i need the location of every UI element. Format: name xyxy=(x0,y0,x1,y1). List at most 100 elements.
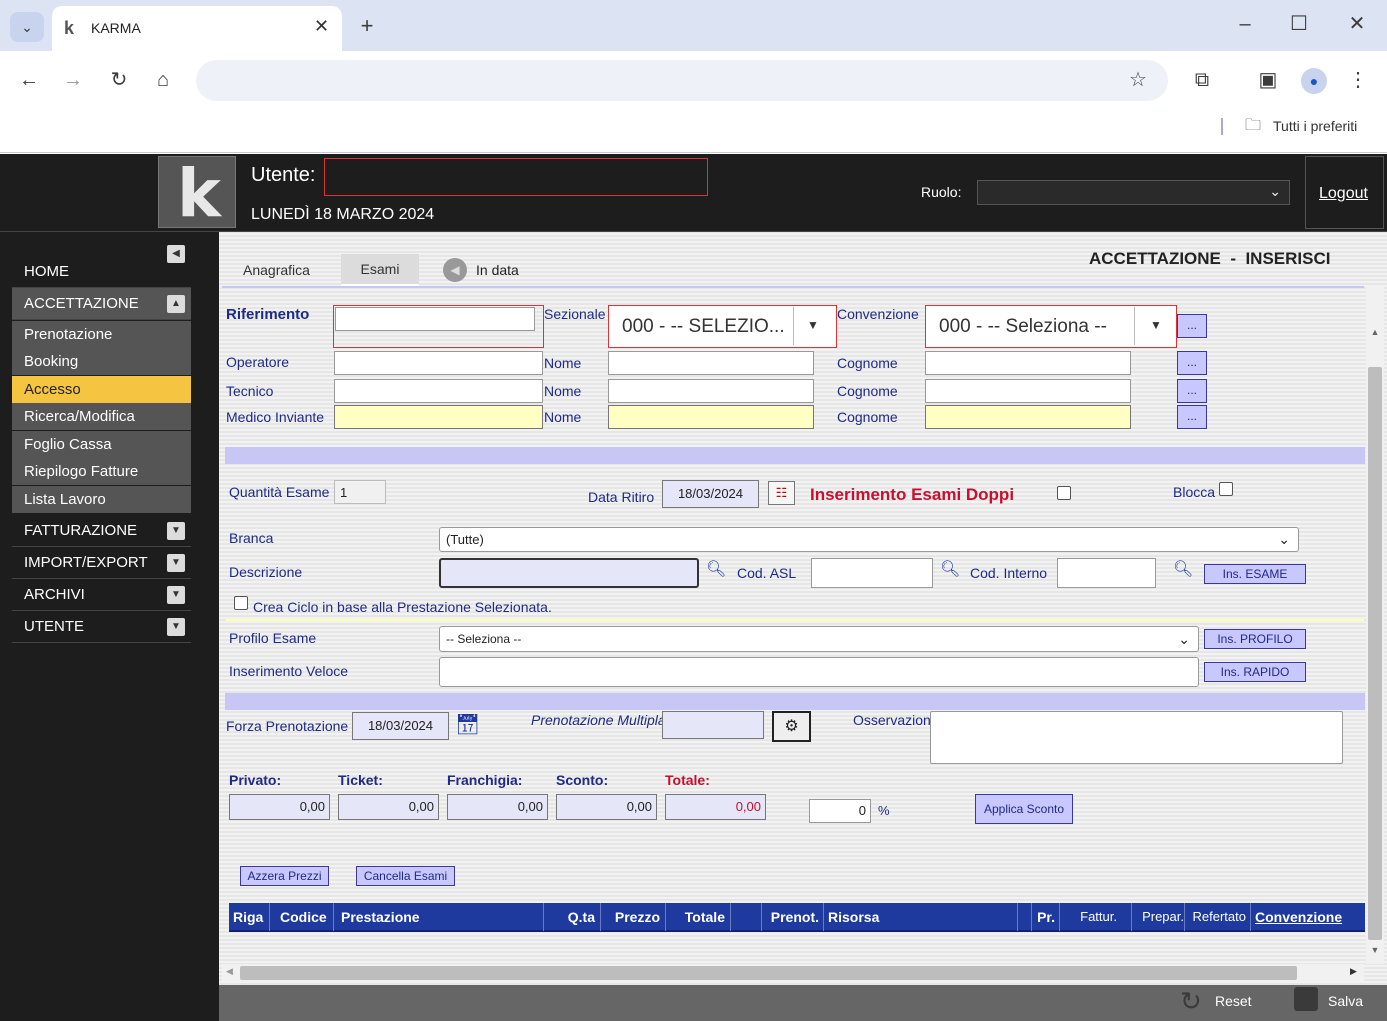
sidebar-item-utente[interactable]: UTENTE ▼ xyxy=(12,611,191,643)
ins-profilo-button[interactable]: Ins. PROFILO xyxy=(1204,629,1306,649)
branca-select[interactable]: (Tutte) ⌄ xyxy=(439,527,1299,552)
medico-lookup-button[interactable]: ... xyxy=(1177,405,1207,429)
doppi-checkbox[interactable] xyxy=(1057,486,1071,500)
th-convenzione[interactable]: Convenzione xyxy=(1251,903,1365,931)
riferimento-label: Riferimento xyxy=(226,306,310,323)
sidebar-sub-accesso[interactable]: Accesso xyxy=(12,376,191,403)
osservazioni-textarea[interactable] xyxy=(930,711,1343,764)
new-tab-icon[interactable]: + xyxy=(356,15,378,37)
sidebar-sub-prenotazione[interactable]: Prenotazione xyxy=(12,321,191,348)
scroll-right-icon[interactable]: ▶ xyxy=(1350,966,1357,977)
user-field[interactable] xyxy=(324,158,708,196)
cancella-esami-button[interactable]: Cancella Esami xyxy=(356,866,455,886)
operatore-cognome-input[interactable] xyxy=(925,351,1131,375)
bookmarks-label[interactable]: Tutti i preferiti xyxy=(1273,118,1357,134)
bookmark-star-icon[interactable]: ☆ xyxy=(1127,70,1149,90)
role-select[interactable]: ⌄ xyxy=(977,180,1290,205)
tab-anagrafica[interactable]: Anagrafica xyxy=(243,262,310,278)
calendar-icon[interactable]: 📅︎ xyxy=(455,712,480,737)
sidebar-item-archivi[interactable]: ARCHIVI ▼ xyxy=(12,579,191,611)
riferimento-input[interactable] xyxy=(335,307,535,331)
sidebar-sub-lista-lavoro[interactable]: Lista Lavoro xyxy=(12,486,191,513)
tab-title: KARMA xyxy=(91,20,141,36)
convenzione-select[interactable]: 000 - -- Seleziona -- ▼ xyxy=(925,305,1177,348)
operatore-lookup-button[interactable]: ... xyxy=(1177,351,1207,375)
calendar-icon[interactable]: ☷ xyxy=(768,481,795,505)
close-tab-icon[interactable]: ✕ xyxy=(314,16,329,37)
horizontal-scroll-thumb[interactable] xyxy=(240,966,1297,980)
medico-label: Medico Inviante xyxy=(226,409,325,425)
th-prestazione: Prestazione xyxy=(337,903,544,931)
sidebar-sub-riepilogo[interactable]: Riepilogo Fatture xyxy=(12,458,191,485)
privato-label: Privato: xyxy=(229,772,282,788)
tecnico-cognome-input[interactable] xyxy=(925,379,1131,403)
sidebar-item-home[interactable]: HOME xyxy=(12,256,191,288)
sidebar-sub-booking[interactable]: Booking xyxy=(12,348,191,375)
maximize-icon[interactable]: ☐ xyxy=(1288,14,1310,34)
profilo-select[interactable]: -- Seleziona -- ⌄ xyxy=(439,626,1199,652)
tab-esami[interactable]: Esami xyxy=(341,254,419,286)
reset-icon[interactable]: ↻ xyxy=(1180,986,1202,1017)
logout-link[interactable]: Logout xyxy=(1319,185,1368,203)
sezionale-select[interactable]: 000 - -- SELEZIO... ▼ xyxy=(608,305,837,348)
menu-icon[interactable]: ⋮ xyxy=(1347,70,1369,90)
tecnico-lookup-button[interactable]: ... xyxy=(1177,379,1207,403)
dropdown-arrow-icon xyxy=(1134,307,1135,345)
azzera-prezzi-button[interactable]: Azzera Prezzi xyxy=(240,866,329,886)
reload-icon[interactable]: ↻ xyxy=(108,70,130,90)
tab-list-icon[interactable]: ⌄ xyxy=(10,12,44,42)
home-icon[interactable]: ⌂ xyxy=(152,70,174,90)
minimize-icon[interactable]: – xyxy=(1234,14,1256,34)
data-ritiro-value: 18/03/2024 xyxy=(677,486,744,501)
chevron-down-icon: ▼ xyxy=(167,554,185,572)
ins-esame-button[interactable]: Ins. ESAME xyxy=(1204,564,1306,584)
search-icon[interactable]: 🔍︎ xyxy=(706,559,726,579)
sidebar-item-accettazione[interactable]: ACCETTAZIONE ▲ xyxy=(12,288,191,320)
reset-button[interactable]: Reset xyxy=(1215,993,1252,1009)
search-icon[interactable]: 🔍︎ xyxy=(1173,559,1193,579)
save-button[interactable]: Salva xyxy=(1328,993,1363,1009)
save-icon[interactable] xyxy=(1294,987,1318,1011)
window-close-icon[interactable]: ✕ xyxy=(1346,14,1368,34)
multipla-input[interactable] xyxy=(662,711,764,739)
profile-avatar[interactable]: ● xyxy=(1301,68,1327,94)
veloce-input[interactable] xyxy=(439,657,1199,687)
back-arrow-icon[interactable]: ◀ xyxy=(443,258,467,282)
quantita-input[interactable]: 1 xyxy=(334,480,386,504)
scroll-up-icon[interactable]: ▲ xyxy=(1368,327,1382,337)
blocca-checkbox[interactable] xyxy=(1219,482,1233,496)
crea-ciclo-checkbox[interactable] xyxy=(234,596,248,610)
scroll-left-icon[interactable]: ◀ xyxy=(226,966,233,977)
sidebar-sub-foglio-cassa[interactable]: Foglio Cassa xyxy=(12,431,191,458)
search-icon[interactable]: 🔍︎ xyxy=(940,559,960,579)
medico-cognome-input[interactable] xyxy=(925,405,1131,429)
multipla-button[interactable]: ⚙ xyxy=(772,711,811,742)
forward-icon[interactable]: → xyxy=(62,70,84,90)
cod-interno-input[interactable] xyxy=(1057,558,1156,588)
vertical-scroll-thumb[interactable] xyxy=(1368,367,1382,940)
applica-sconto-button[interactable]: Applica Sconto xyxy=(975,794,1073,824)
back-icon[interactable]: ← xyxy=(18,70,40,90)
extensions-icon[interactable]: ⧉ xyxy=(1191,70,1213,90)
tab-in-data[interactable]: In data xyxy=(476,262,519,278)
tecnico-nome-input[interactable] xyxy=(608,379,814,403)
convenzione-lookup-button[interactable]: ... xyxy=(1177,314,1207,338)
data-ritiro-input[interactable]: 18/03/2024 xyxy=(662,480,759,508)
operatore-input[interactable] xyxy=(334,351,543,375)
tecnico-input[interactable] xyxy=(334,379,543,403)
side-panel-icon[interactable]: ▣ xyxy=(1257,70,1279,90)
browser-tab[interactable]: k KARMA ✕ xyxy=(52,6,342,51)
forza-input[interactable]: 18/03/2024 xyxy=(352,712,449,740)
sidebar-item-fatturazione[interactable]: FATTURAZIONE ▼ xyxy=(12,515,191,547)
descrizione-input[interactable] xyxy=(439,558,699,588)
cod-asl-input[interactable] xyxy=(811,558,933,588)
scroll-down-icon[interactable]: ▼ xyxy=(1368,945,1382,955)
percent-input[interactable]: 0 xyxy=(809,799,871,823)
sidebar-item-import-export[interactable]: IMPORT/EXPORT ▼ xyxy=(12,547,191,579)
medico-nome-input[interactable] xyxy=(608,405,814,429)
sidebar-sub-ricerca[interactable]: Ricerca/Modifica xyxy=(12,403,191,430)
ins-rapido-button[interactable]: Ins. RAPIDO xyxy=(1204,662,1306,682)
address-bar[interactable] xyxy=(196,60,1168,101)
medico-input[interactable] xyxy=(334,405,543,429)
operatore-nome-input[interactable] xyxy=(608,351,814,375)
